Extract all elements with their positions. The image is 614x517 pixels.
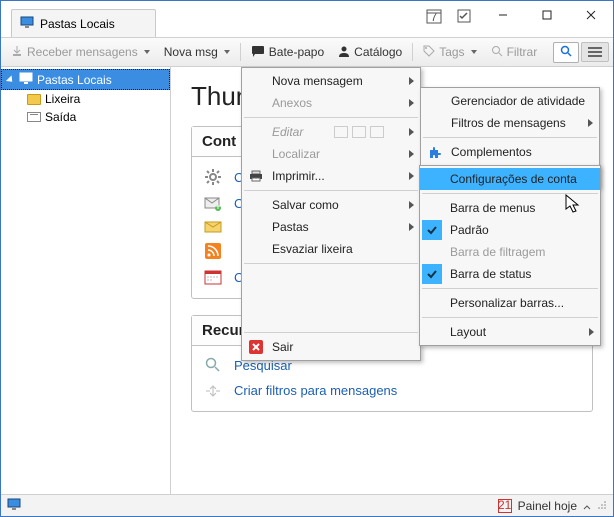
separator: [412, 43, 413, 61]
tree-item-outbox[interactable]: Saída: [1, 108, 170, 126]
mi-customize-toolbars[interactable]: Personalizar barras...: [420, 292, 600, 314]
tasks-icon[interactable]: [455, 7, 473, 25]
menu-divider: [244, 263, 418, 264]
menu-divider: [244, 117, 418, 118]
submenu-arrow-icon: [409, 128, 414, 136]
edit-mini-icons: [334, 126, 384, 138]
submenu-arrow-icon: [588, 119, 593, 127]
filters-icon: [202, 384, 224, 398]
check-icon: [422, 220, 442, 240]
submenu-arrow-icon: [409, 77, 414, 85]
search-button[interactable]: [553, 42, 579, 63]
resize-grip-icon[interactable]: [597, 499, 607, 513]
quick-filter-button[interactable]: Filtrar: [485, 42, 544, 63]
rss-icon: [202, 243, 224, 259]
mi-edit[interactable]: Editar: [242, 121, 420, 143]
chevron-down-icon: [471, 50, 477, 54]
new-message-button[interactable]: Nova msg: [158, 42, 236, 62]
status-monitor-icon[interactable]: [7, 498, 21, 513]
submenu-arrow-icon: [409, 201, 414, 209]
tab-local-folders[interactable]: Pastas Locais: [11, 9, 156, 37]
envelope-icon: [202, 221, 224, 233]
gear-icon: [202, 168, 224, 186]
mi-folders[interactable]: Pastas: [242, 216, 420, 238]
close-button[interactable]: [569, 1, 613, 29]
mi-save-as[interactable]: Salvar como: [242, 194, 420, 216]
mi-find[interactable]: Localizar: [242, 143, 420, 165]
puzzle-icon: [427, 144, 443, 160]
chevron-down-icon: [224, 50, 230, 54]
mi-addons[interactable]: Complementos: [421, 141, 599, 163]
titlebar: Pastas Locais 7: [1, 1, 613, 37]
chat-button[interactable]: Bate-papo: [245, 42, 330, 63]
exit-icon: [248, 339, 264, 355]
twisty-icon: [6, 75, 15, 84]
svg-text:+: +: [214, 199, 221, 211]
mi-status-bar[interactable]: Barra de status: [420, 263, 600, 285]
menu-divider: [244, 190, 418, 191]
row-create-filters[interactable]: Criar filtros para mensagens: [198, 378, 586, 403]
folder-icon: [27, 94, 41, 105]
mail-plus-icon: +: [202, 197, 224, 211]
minimize-button[interactable]: [481, 1, 525, 29]
status-calendar-icon[interactable]: 21: [498, 499, 512, 513]
mi-new-message[interactable]: Nova mensagem: [242, 70, 420, 92]
calendar-icon: [202, 269, 224, 285]
mi-layout[interactable]: Layout: [420, 321, 600, 343]
receive-button[interactable]: Receber mensagens: [5, 42, 156, 63]
tag-icon: [423, 45, 435, 60]
tags-button[interactable]: Tags: [417, 42, 482, 63]
menu-divider: [422, 317, 598, 318]
options-submenu: Configurações de conta Barra de menus Pa…: [419, 165, 601, 346]
app-menu-button[interactable]: [581, 42, 609, 62]
separator: [240, 43, 241, 61]
cursor-pointer-icon: [565, 194, 583, 219]
person-icon: [338, 45, 350, 60]
chevron-down-icon: [144, 50, 150, 54]
submenu-arrow-icon: [589, 328, 594, 336]
search-icon: [202, 357, 224, 373]
check-icon: [422, 264, 442, 284]
monitor-icon: [20, 15, 34, 32]
menu-divider: [423, 137, 597, 138]
app-menu: Nova mensagem Anexos Editar Localizar Im…: [241, 67, 421, 361]
mi-print[interactable]: Imprimir...: [242, 165, 420, 187]
printer-icon: [248, 168, 264, 184]
statusbar: 21 Painel hoje: [1, 494, 613, 516]
maximize-button[interactable]: [525, 1, 569, 29]
mi-account-settings[interactable]: Configurações de conta: [420, 168, 600, 190]
tree-root-local-folders[interactable]: Pastas Locais: [1, 69, 170, 90]
download-icon: [11, 45, 23, 60]
monitor-icon: [19, 72, 33, 87]
submenu-arrow-icon: [409, 172, 414, 180]
submenu-arrow-icon: [409, 99, 414, 107]
mi-default-toolbar[interactable]: Padrão: [420, 219, 600, 241]
mi-activity-manager[interactable]: Gerenciador de atividade: [421, 90, 599, 112]
outbox-icon: [27, 112, 41, 122]
submenu-arrow-icon: [409, 150, 414, 158]
menu-divider: [244, 332, 418, 333]
svg-text:7: 7: [431, 10, 438, 24]
calendar-icon[interactable]: 7: [425, 7, 443, 25]
search-icon: [491, 45, 503, 60]
tree-item-trash[interactable]: Lixeira: [1, 90, 170, 108]
menu-divider: [422, 288, 598, 289]
catalog-button[interactable]: Catálogo: [332, 42, 408, 63]
submenu-arrow-icon: [409, 223, 414, 231]
mi-filter-bar[interactable]: Barra de filtragem: [420, 241, 600, 263]
chat-icon: [251, 45, 265, 60]
mi-empty-trash[interactable]: Esvaziar lixeira: [242, 238, 420, 260]
mi-attachments[interactable]: Anexos: [242, 92, 420, 114]
chevron-up-icon[interactable]: [583, 499, 591, 513]
mi-message-filters[interactable]: Filtros de mensagens: [421, 112, 599, 134]
tab-label: Pastas Locais: [40, 17, 115, 31]
folder-tree: Pastas Locais Lixeira Saída: [1, 67, 171, 494]
today-panel-toggle[interactable]: Painel hoje: [518, 499, 577, 513]
mi-exit[interactable]: Sair: [242, 336, 420, 358]
toolbar: Receber mensagens Nova msg Bate-papo Cat…: [1, 37, 613, 67]
